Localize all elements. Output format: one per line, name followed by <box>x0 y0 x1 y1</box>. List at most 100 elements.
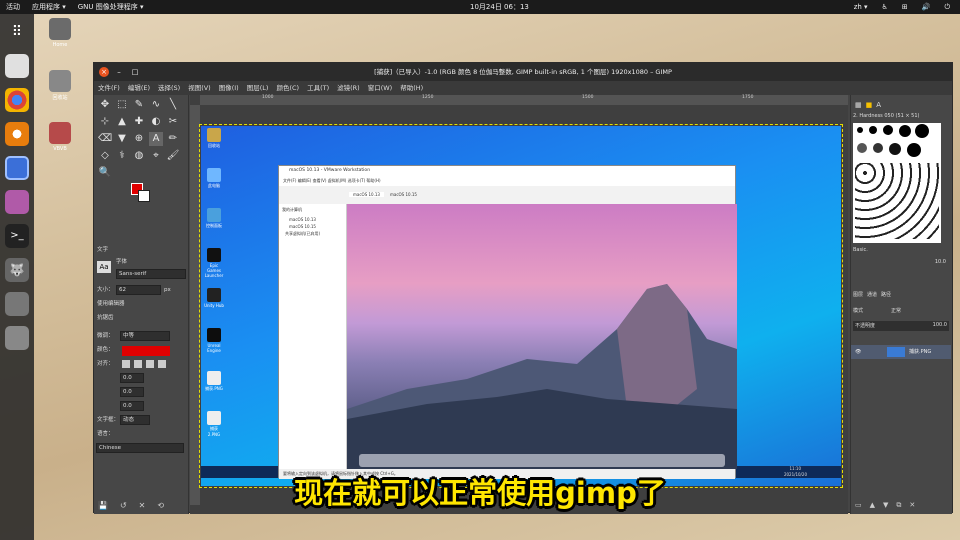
patterns-tab-icon[interactable]: ■ <box>866 101 873 109</box>
menu-edit[interactable]: 编辑(E) <box>128 81 150 95</box>
line-spacing-field[interactable]: 0.0 <box>120 387 144 397</box>
menu-view[interactable]: 视图(V) <box>188 81 211 95</box>
library-item[interactable]: 共享虚拟机(已弃用) <box>279 230 346 238</box>
language-indicator[interactable]: zh ▾ <box>854 0 868 14</box>
color-picker-icon[interactable]: ⌖ <box>149 149 163 163</box>
color-swatches[interactable] <box>131 183 155 207</box>
paths-icon[interactable]: ◇ <box>98 149 112 163</box>
screenshot-icon[interactable] <box>5 156 29 180</box>
scissors-icon[interactable]: ✂ <box>166 115 180 129</box>
size-unit[interactable]: px <box>164 283 171 297</box>
free-select-icon[interactable]: ✎ <box>132 98 146 112</box>
dodge-icon[interactable]: ◐ <box>149 115 163 129</box>
font-field[interactable]: Sans-serif <box>116 269 186 279</box>
transform-icon[interactable]: ⊹ <box>98 115 112 129</box>
visibility-eye-icon[interactable]: 👁 <box>855 345 861 359</box>
heal-icon[interactable]: ⚕ <box>115 149 129 163</box>
antialias-checkbox[interactable]: 抗锯齿 <box>97 315 114 321</box>
app-grid-icon[interactable]: ⠿ <box>5 20 29 44</box>
tab-channels[interactable]: 通道 <box>867 291 877 298</box>
current-app-menu[interactable]: GNU 图像处理程序 ▾ <box>78 0 144 14</box>
maximize-icon[interactable]: □ <box>130 67 140 77</box>
tab-paths[interactable]: 路径 <box>881 291 891 298</box>
layer-item[interactable]: 👁 捕获.PNG <box>851 345 951 359</box>
tool-grid: ✥ ⬚ ✎ ∿ ╲ ⊹ ▲ ✚ ◐ ✂ ⌫ ▼ ⊕ A ✏ ◇ ⚕ ◍ ⌖ 🖌 … <box>94 95 188 183</box>
clone-icon[interactable]: ⊕ <box>132 132 146 146</box>
rect-select-icon[interactable]: ⬚ <box>115 98 129 112</box>
network-icon[interactable]: ⊞ <box>902 0 908 14</box>
canvas-desktop-icon: Unreal Engine <box>204 328 224 353</box>
menu-image[interactable]: 图像(I) <box>219 81 239 95</box>
menu-windows[interactable]: 窗口(W) <box>368 81 393 95</box>
desktop-icon-home[interactable]: Home <box>40 18 80 48</box>
vm-tab[interactable]: macOS 10.13 <box>349 192 384 197</box>
files-icon[interactable] <box>5 54 29 78</box>
font-icon[interactable]: Aa <box>97 261 111 273</box>
macos-screen[interactable] <box>347 204 737 469</box>
horizontal-ruler[interactable]: 1000 1250 1500 1750 <box>200 95 848 105</box>
hinting-select[interactable]: 中等 <box>120 331 170 341</box>
mode-select[interactable]: 正常 <box>891 307 901 314</box>
size-field[interactable]: 62 <box>116 285 161 295</box>
close-icon[interactable]: × <box>99 67 109 77</box>
brushes-tab-icon[interactable]: ▦ <box>855 101 862 109</box>
drive-icon[interactable] <box>5 326 29 350</box>
editor-checkbox[interactable]: 使用编辑器 <box>97 301 125 307</box>
library-root[interactable]: 我的计算机 <box>279 204 346 216</box>
menu-colors[interactable]: 颜色(C) <box>276 81 299 95</box>
library-item[interactable]: macOS 10.15 <box>279 223 346 230</box>
volume-icon[interactable]: 🔊 <box>922 0 931 14</box>
letter-spacing-field[interactable]: 0.0 <box>120 401 144 411</box>
vm-tab[interactable]: macOS 10.15 <box>390 192 417 197</box>
clock[interactable]: 10月24日 06：13 <box>470 0 529 14</box>
menu-help[interactable]: 帮助(H) <box>400 81 423 95</box>
tab-layers[interactable]: 图层 <box>853 291 863 298</box>
macos-dock[interactable] <box>359 454 725 467</box>
chrome-icon[interactable] <box>5 88 29 112</box>
gimp-icon[interactable]: 🐺 <box>5 258 29 282</box>
lang-field[interactable]: Chinese <box>96 443 184 453</box>
zoom-icon[interactable]: 🔍 <box>98 166 112 180</box>
desktop-icon-trash[interactable]: 回收站 <box>40 70 80 101</box>
bucket-fill-icon[interactable]: ▼ <box>115 132 129 146</box>
handle-transform-icon[interactable]: ✚ <box>132 115 146 129</box>
blender-icon[interactable] <box>5 122 29 146</box>
vmware-tabs: macOS 10.13 macOS 10.15 <box>349 192 417 197</box>
menu-file[interactable]: 文件(F) <box>98 81 120 95</box>
brush-grid[interactable] <box>853 123 941 243</box>
warp-icon[interactable]: ▲ <box>115 115 129 129</box>
menu-layer[interactable]: 图层(L) <box>247 81 269 95</box>
minimize-icon[interactable]: – <box>114 67 124 77</box>
smudge-icon[interactable]: ◍ <box>132 149 146 163</box>
menu-filters[interactable]: 滤镜(R) <box>337 81 360 95</box>
text-tool-icon[interactable]: A <box>149 132 163 146</box>
usb-icon[interactable] <box>5 292 29 316</box>
fuzzy-select-icon[interactable]: ∿ <box>149 98 163 112</box>
apps-menu[interactable]: 应用程序 ▾ <box>32 0 66 14</box>
justify-buttons[interactable] <box>122 360 170 368</box>
box-select[interactable]: 动态 <box>120 415 150 425</box>
layer-name[interactable]: 捕获.PNG <box>909 345 931 359</box>
background-color[interactable] <box>138 190 150 202</box>
library-item[interactable]: macOS 10.13 <box>279 216 346 223</box>
spacing-field[interactable]: 10.0 <box>935 259 946 265</box>
move-tool-icon[interactable]: ✥ <box>98 98 112 112</box>
opacity-slider[interactable]: 不透明度 100.0 <box>853 321 949 331</box>
eraser-icon[interactable]: ⌫ <box>98 132 112 146</box>
accessibility-icon[interactable]: ♿ <box>882 0 888 14</box>
preset-select[interactable]: Basic. <box>853 247 868 253</box>
indent-field[interactable]: 0.0 <box>120 373 144 383</box>
text-color-button[interactable] <box>122 346 170 356</box>
paintbrush-icon[interactable]: 🖌 <box>166 149 180 163</box>
crop-icon[interactable]: ╲ <box>166 98 180 112</box>
menu-select[interactable]: 选择(S) <box>158 81 180 95</box>
terminal-icon[interactable]: >_ <box>5 224 29 248</box>
power-icon[interactable]: ⏻ <box>944 0 950 14</box>
activities-button[interactable]: 活动 <box>6 0 20 14</box>
desktop-icon-folder[interactable]: VBVB <box>40 122 80 152</box>
options-header: 文字 <box>97 247 109 253</box>
menu-tools[interactable]: 工具(T) <box>307 81 329 95</box>
pencil-icon[interactable]: ✏ <box>166 132 180 146</box>
fonts-tab-icon[interactable]: A <box>876 101 881 109</box>
media-icon[interactable] <box>5 190 29 214</box>
